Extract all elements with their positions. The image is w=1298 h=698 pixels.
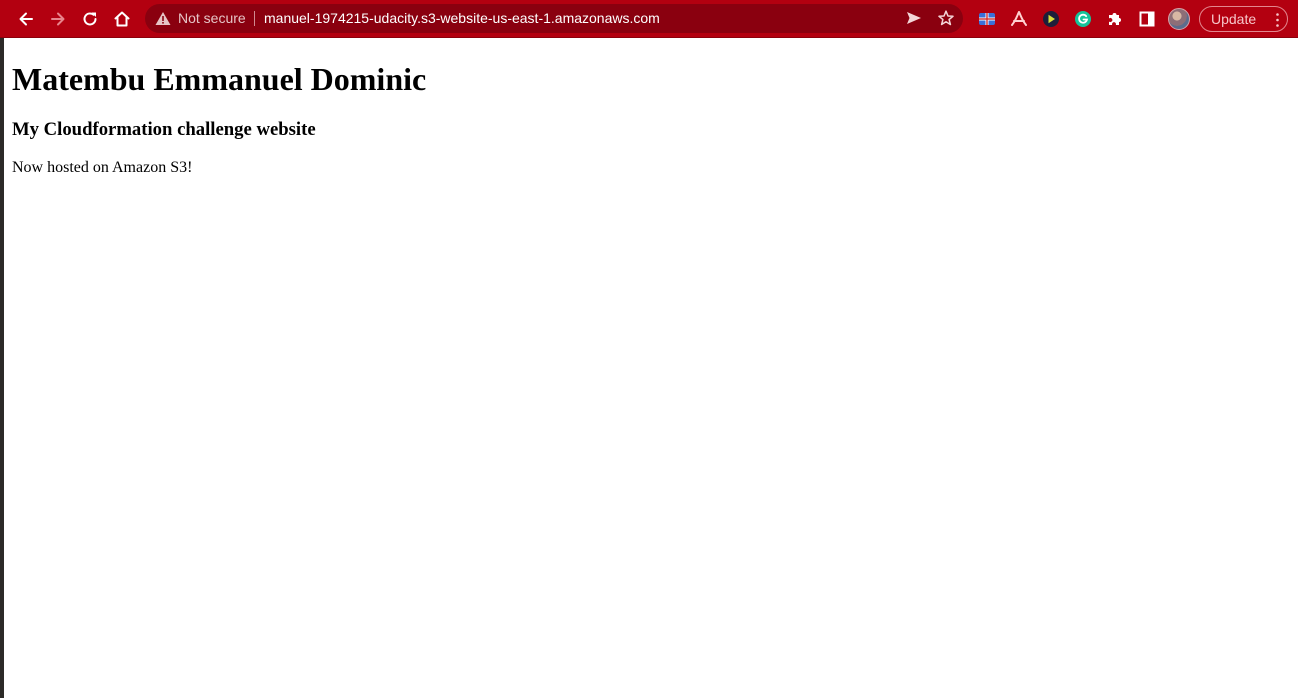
grammarly-icon [1075, 11, 1091, 27]
home-button[interactable] [108, 5, 136, 33]
extension-button-2[interactable] [1009, 9, 1029, 29]
star-icon [938, 10, 954, 26]
bookmark-button[interactable] [934, 6, 958, 30]
send-to-devices-button[interactable] [902, 6, 926, 30]
puzzle-icon [1109, 13, 1121, 25]
extensions-button[interactable] [1105, 9, 1125, 29]
address-bar[interactable]: Not secure manuel-1974215-udacity.s3-web… [145, 4, 963, 33]
pdf-extension-icon [1011, 11, 1027, 26]
arrow-left-icon [19, 12, 33, 26]
update-button[interactable]: Update [1199, 6, 1288, 32]
side-panel-icon [1139, 11, 1155, 27]
flag-extension-icon [979, 13, 995, 25]
reload-button[interactable] [76, 5, 104, 33]
page-subheading: My Cloudformation challenge website [12, 119, 316, 140]
side-panel-button[interactable] [1137, 9, 1157, 29]
kebab-icon [1276, 13, 1279, 27]
send-icon [907, 12, 921, 24]
extension-button-3[interactable] [1041, 9, 1061, 29]
arrow-right-icon [51, 12, 65, 26]
reload-icon [83, 12, 97, 26]
url-text[interactable]: manuel-1974215-udacity.s3-website-us-eas… [264, 10, 660, 26]
forward-button[interactable] [44, 5, 72, 33]
warning-icon [155, 12, 171, 25]
security-status-label[interactable]: Not secure [178, 10, 246, 26]
back-button[interactable] [12, 5, 40, 33]
page-heading: Matembu Emmanuel Dominic [12, 61, 427, 97]
home-icon [114, 11, 130, 27]
play-extension-icon [1043, 11, 1059, 27]
extension-button-4[interactable] [1073, 9, 1093, 29]
update-button-label: Update [1211, 11, 1257, 27]
browser-toolbar: Not secure manuel-1974215-udacity.s3-web… [0, 0, 1298, 38]
page-body-text: Now hosted on Amazon S3! [12, 159, 193, 176]
profile-avatar[interactable] [1168, 8, 1190, 30]
extension-button-1[interactable] [977, 9, 997, 29]
address-separator [254, 11, 255, 26]
web-page-content: Matembu Emmanuel Dominic My Cloudformati… [4, 39, 1298, 698]
